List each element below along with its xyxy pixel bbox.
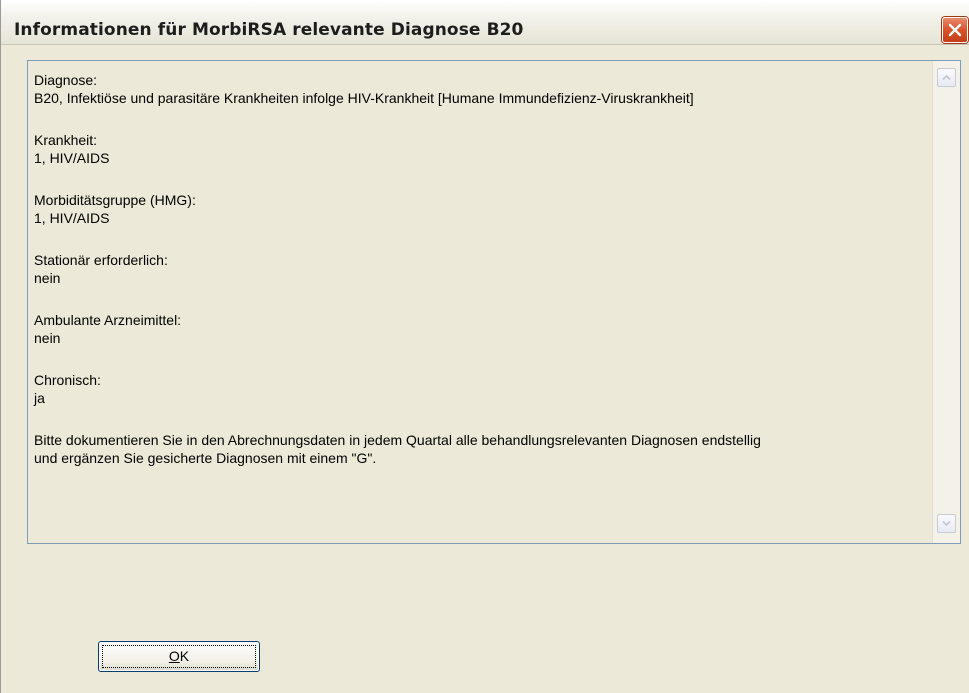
- window-title: Informationen für MorbiRSA relevante Dia…: [14, 20, 524, 40]
- diagnose-label: Diagnose:: [34, 72, 98, 88]
- scroll-up-button[interactable]: [937, 68, 956, 87]
- arzneimittel-value: nein: [34, 330, 61, 346]
- vertical-scrollbar[interactable]: [932, 61, 960, 543]
- hmg-value: 1, HIV/AIDS: [34, 210, 110, 226]
- scroll-down-button[interactable]: [937, 514, 956, 533]
- info-textbox[interactable]: Diagnose: B20, Infektiöse und parasitäre…: [27, 60, 961, 544]
- diagnose-value: B20, Infektiöse und parasitäre Krankheit…: [34, 90, 694, 106]
- krankheit-label: Krankheit:: [34, 132, 98, 148]
- close-button[interactable]: [942, 17, 968, 43]
- scroll-down-arrow-icon: [942, 520, 951, 527]
- arzneimittel-label: Ambulante Arzneimittel:: [34, 312, 182, 328]
- dialog-window: Informationen für MorbiRSA relevante Dia…: [0, 0, 969, 693]
- chronisch-value: ja: [34, 390, 45, 406]
- ok-button[interactable]: OK: [98, 641, 260, 672]
- stationaer-label: Stationär erforderlich:: [34, 252, 168, 268]
- hinweis-line-1: Bitte dokumentieren Sie in den Abrechnun…: [34, 432, 761, 448]
- chronisch-label: Chronisch:: [34, 372, 101, 388]
- stationaer-value: nein: [34, 270, 61, 286]
- close-icon: [948, 23, 962, 37]
- focus-rectangle: [102, 645, 256, 668]
- info-content: Diagnose: B20, Infektiöse und parasitäre…: [34, 71, 929, 467]
- title-bar[interactable]: Informationen für MorbiRSA relevante Dia…: [1, 0, 969, 45]
- scroll-up-arrow-icon: [942, 74, 951, 81]
- hinweis-line-2: und ergänzen Sie gesicherte Diagnosen mi…: [34, 450, 377, 466]
- hmg-label: Morbiditätsgruppe (HMG):: [34, 192, 196, 208]
- krankheit-value: 1, HIV/AIDS: [34, 150, 110, 166]
